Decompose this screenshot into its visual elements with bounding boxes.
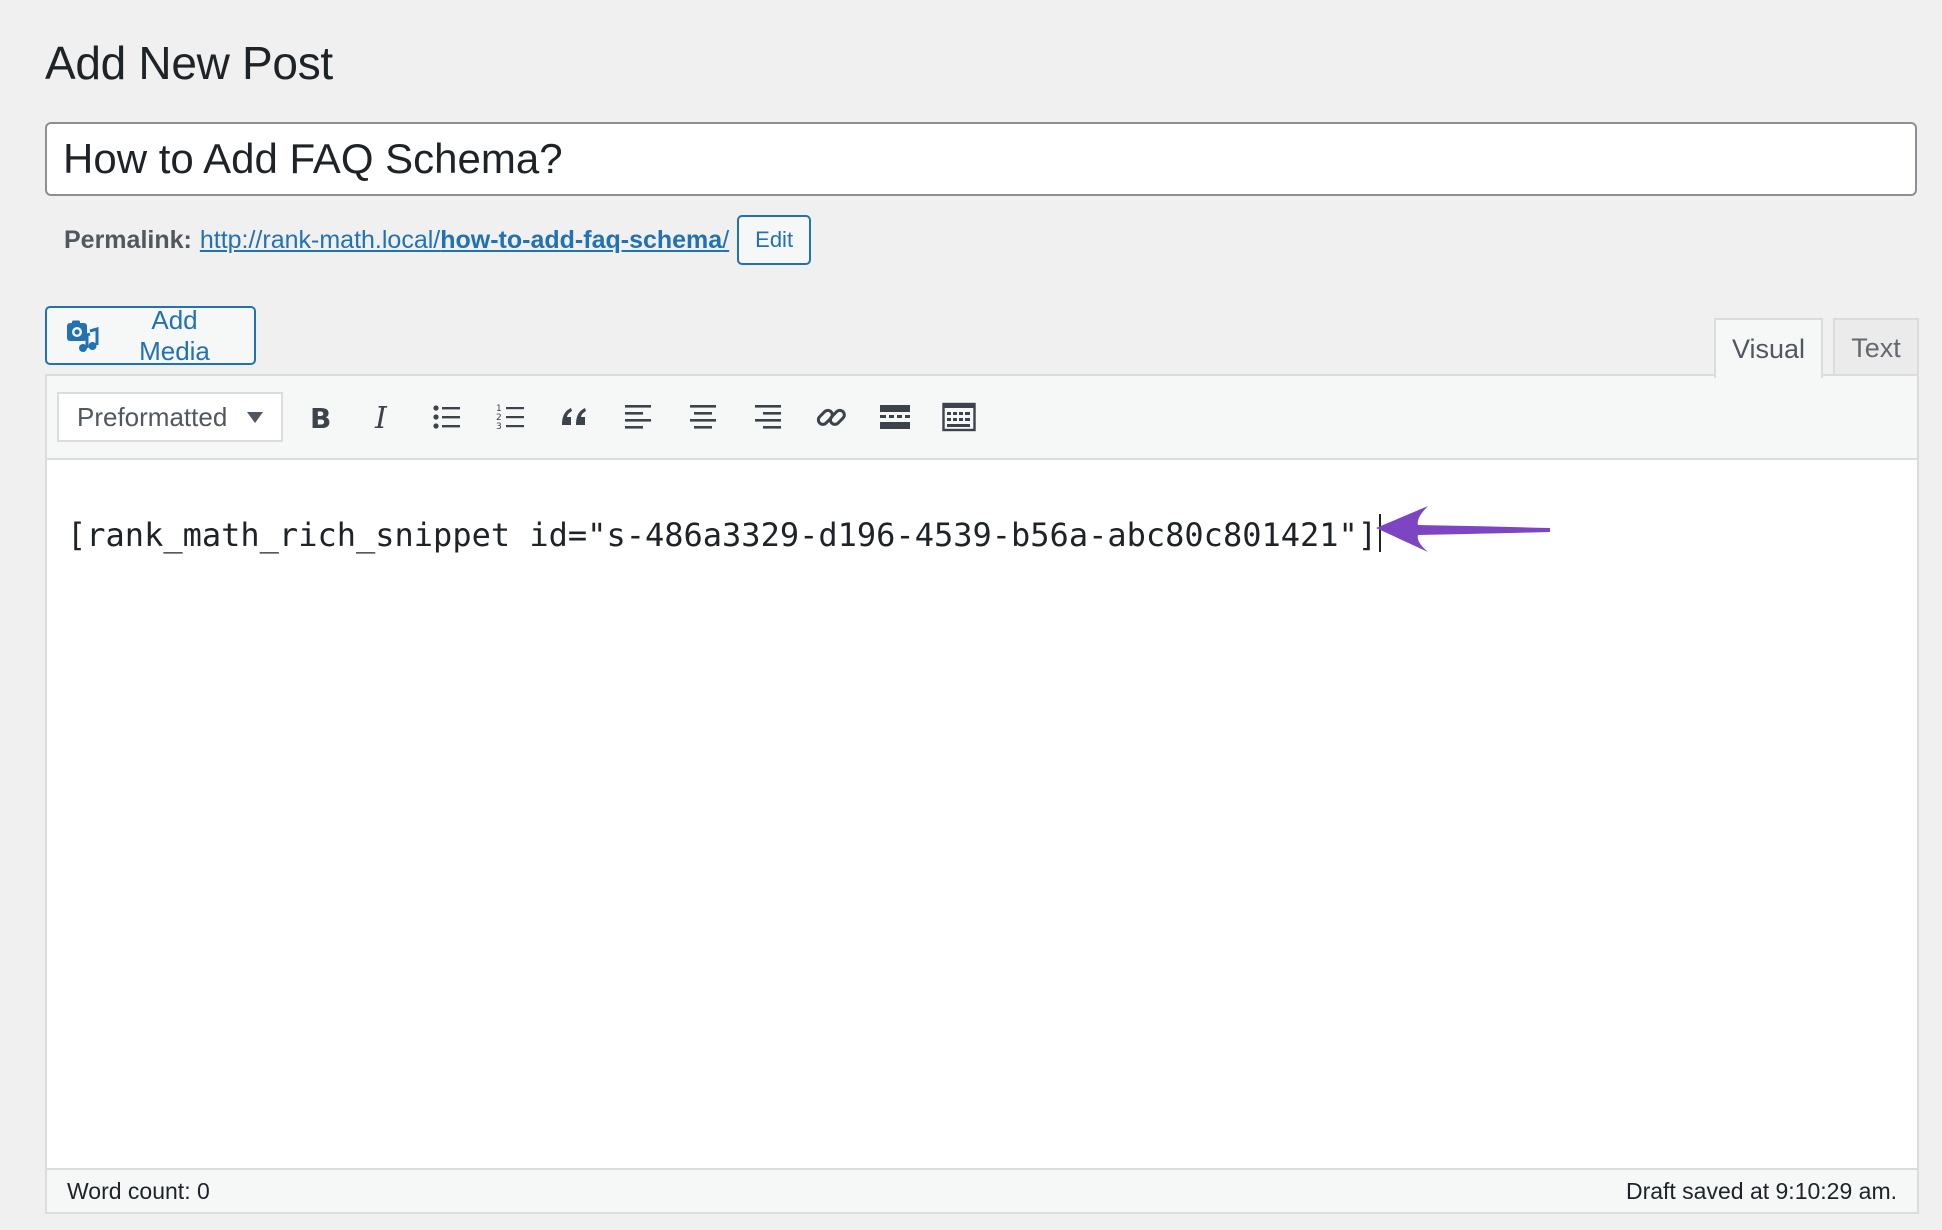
page-title: Add New Post	[45, 37, 333, 89]
link-icon	[816, 408, 846, 426]
read-more-button[interactable]	[873, 395, 917, 439]
svg-text:B: B	[310, 402, 331, 434]
blockquote-icon	[562, 408, 586, 425]
editor-box: Preformatted B I 1 2 3 [rank_math_rich_s…	[45, 374, 1919, 1214]
chevron-down-icon	[247, 411, 263, 423]
link-button[interactable]	[809, 395, 853, 439]
align-center-button[interactable]	[681, 395, 725, 439]
word-count: Word count: 0	[67, 1177, 210, 1204]
editor-toolbar: Preformatted B I 1 2 3	[47, 376, 1917, 460]
toolbar-toggle-icon	[942, 402, 976, 432]
permalink-base: http://rank-math.local/	[199, 225, 441, 254]
tab-visual[interactable]: Visual	[1714, 318, 1823, 378]
tab-text[interactable]: Text	[1833, 318, 1919, 376]
editor-status-bar: Word count: 0 Draft saved at 9:10:29 am.	[47, 1168, 1917, 1212]
align-left-icon	[625, 405, 651, 429]
blockquote-button[interactable]	[553, 395, 597, 439]
format-select[interactable]: Preformatted	[57, 392, 283, 442]
add-media-button[interactable]: Add Media	[45, 304, 256, 366]
bulleted-list-button[interactable]	[425, 395, 469, 439]
numbered-list-button[interactable]: 1 2 3	[489, 395, 533, 439]
annotation-arrow-icon	[1376, 506, 1550, 552]
permalink-trailing: /	[722, 225, 730, 254]
align-center-icon	[690, 405, 716, 429]
format-select-value: Preformatted	[77, 401, 228, 432]
permalink-label: Permalink:	[64, 225, 192, 254]
editor-content[interactable]: [rank_math_rich_snippet id="s-486a3329-d…	[67, 514, 1382, 554]
permalink-slug: how-to-add-faq-schema	[440, 225, 723, 254]
permalink-link[interactable]: http://rank-math.local/how-to-add-faq-sc…	[200, 226, 729, 255]
bold-icon: B	[310, 402, 331, 434]
permalink-edit-button[interactable]: Edit	[737, 215, 812, 265]
align-left-button[interactable]	[617, 395, 661, 439]
permalink-row: Permalink: http://rank-math.local/how-to…	[64, 214, 812, 266]
add-media-icon	[67, 320, 99, 352]
toolbar-toggle-button[interactable]	[937, 395, 981, 439]
bulleted-list-icon	[433, 405, 460, 429]
bold-button[interactable]: B	[297, 395, 341, 439]
draft-saved-status: Draft saved at 9:10:29 am.	[1625, 1177, 1897, 1204]
italic-button[interactable]: I	[361, 395, 405, 439]
svg-text:3: 3	[496, 422, 502, 432]
align-right-icon	[755, 405, 781, 429]
read-more-icon	[880, 405, 910, 429]
add-media-label: Add Media	[139, 304, 210, 366]
numbered-list-icon: 1 2 3	[496, 404, 524, 432]
post-title-input[interactable]	[45, 122, 1917, 196]
shortcode-text: [rank_math_rich_snippet id="s-486a3329-d…	[67, 516, 1378, 554]
svg-text:I: I	[374, 401, 388, 434]
align-right-button[interactable]	[745, 395, 789, 439]
italic-icon: I	[374, 401, 388, 434]
